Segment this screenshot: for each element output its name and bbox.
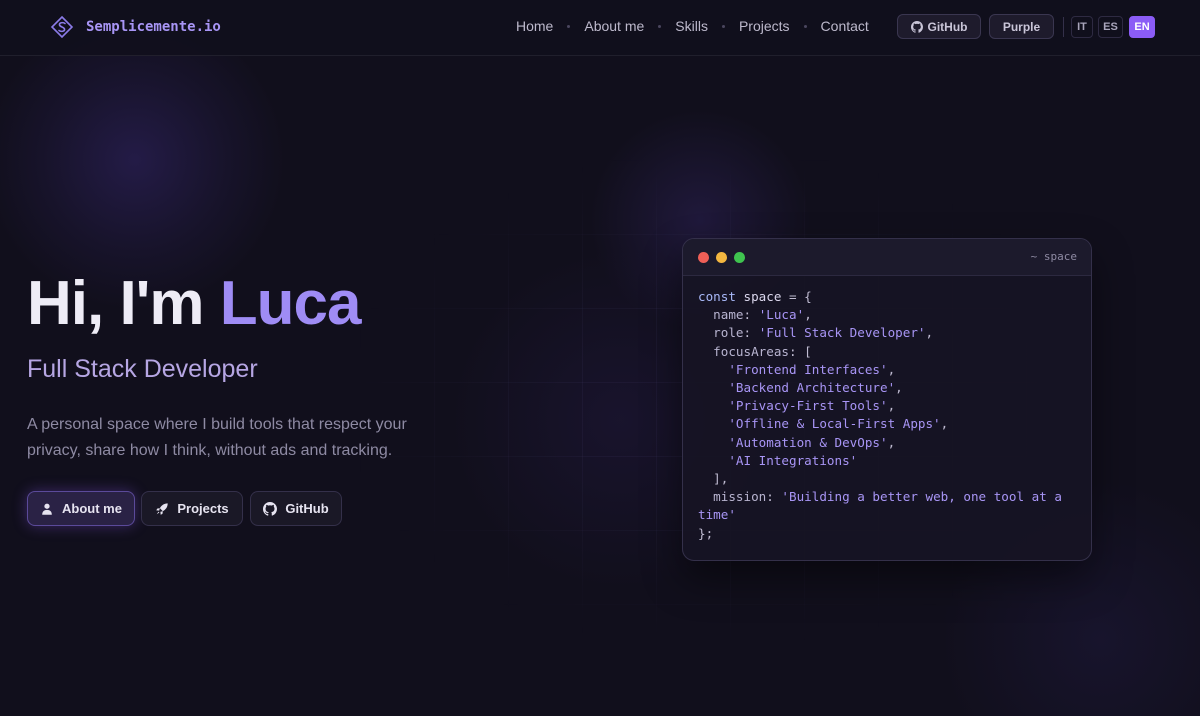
language-it-button[interactable]: IT [1071,16,1093,38]
code-role-value: 'Full Stack Developer' [758,325,926,341]
nav-separator-dot [658,24,662,28]
hero-name: Luca [219,269,362,338]
github-icon [910,20,923,33]
nav-link-about[interactable]: About me [584,18,644,34]
code-key-role: role [713,325,744,341]
theme-toggle-button[interactable]: Purple [989,14,1054,39]
window-close-dot [698,252,709,263]
code-window: ~ space const space = { name: 'Luca', ro… [682,238,1092,561]
hero-role: Full Stack Developer [27,355,258,383]
code-name-value: 'Luca' [758,307,805,323]
hero-description: A personal space where I build tools tha… [27,416,407,459]
top-nav: Semplicemente.io Home About me Skills Pr… [0,0,1200,56]
github-label: GitHub [285,501,329,516]
nav-separator-dot [721,24,725,28]
rocket-icon [156,502,169,515]
window-maximize-dot [734,252,745,263]
code-window-title: ~ space [1030,250,1077,263]
nav-link-skills[interactable]: Skills [675,18,708,34]
nav-link-home[interactable]: Home [516,18,553,34]
page: Semplicemente.io Home About me Skills Pr… [0,0,1200,716]
hero-greeting: Hi, I'm [27,269,205,338]
user-icon [42,503,52,515]
code-variable: space [743,289,782,304]
projects-button[interactable]: Projects [141,491,243,526]
code-key-focus: focusAreas [713,343,789,359]
github-button[interactable]: GitHub [250,491,342,526]
code-body: const space = { name: 'Luca', role: 'Ful… [698,289,1070,541]
github-icon [263,501,278,516]
theme-label: Purple [1002,19,1041,34]
code-focus-area: 'Backend Architecture' [728,380,896,396]
about-me-button[interactable]: About me [27,491,135,526]
nav-separator-dot [803,24,807,28]
code-focus-area: 'Automation & DevOps' [728,434,888,450]
nav-link-projects[interactable]: Projects [739,18,790,34]
code-focus-area: 'Frontend Interfaces' [728,361,888,377]
nav-divider [1063,17,1064,37]
hero-title: Hi, I'm Luca [27,268,362,339]
code-focus-area: 'AI Integrations' [728,452,858,468]
nav-separator-dot [567,24,571,28]
code-key-name: name [713,307,744,323]
window-minimize-dot [716,252,727,263]
language-es-button[interactable]: ES [1098,16,1123,38]
code-keyword: const [698,289,736,304]
language-en-button[interactable]: EN [1129,16,1155,38]
code-window-titlebar: ~ space [683,239,1091,276]
nav-github-label: GitHub [927,19,968,34]
about-me-label: About me [62,501,122,516]
projects-label: Projects [177,501,229,516]
code-focus-area: 'Privacy-First Tools' [728,398,888,414]
code-key-mission: mission [713,489,767,505]
nav-link-contact[interactable]: Contact [821,18,869,34]
nav-github-button[interactable]: GitHub [897,14,981,39]
brand[interactable]: Semplicemente.io [50,15,221,39]
logo-icon [50,15,74,39]
nav-links: Home About me Skills Projects Contact [516,18,869,34]
code-focus-area: 'Offline & Local-First Apps' [728,416,941,432]
brand-name: Semplicemente.io [86,19,221,35]
